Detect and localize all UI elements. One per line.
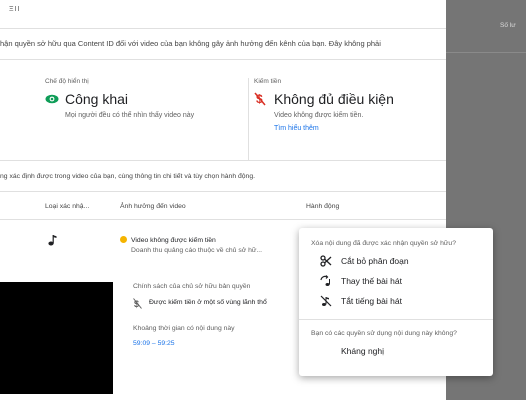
learn-more-link[interactable]: Tìm hiểu thêm bbox=[254, 125, 444, 132]
policy-value: Được kiếm tiền ở một số vùng lãnh thổ bbox=[149, 299, 267, 306]
appeal-item[interactable]: Kháng nghị bbox=[299, 341, 493, 361]
trim-segment-label: Cắt bỏ phân đoạn bbox=[341, 256, 409, 266]
policy-label: Chính sách của chủ sở hữu bản quyền bbox=[133, 283, 251, 290]
top-bar-glyph: ΞII bbox=[9, 6, 21, 13]
menu-separator bbox=[299, 319, 493, 320]
actions-menu: Xóa nội dung đã được xác nhận quyền sở h… bbox=[299, 228, 493, 376]
claims-description-text: ng xác định được trong video của bạn, cù… bbox=[0, 173, 255, 180]
status-subtext: Doanh thu quảng cáo thuộc về chủ sở hữ..… bbox=[131, 247, 263, 254]
usage-rights-label: Bạn có các quyền sử dụng nội dung này kh… bbox=[311, 330, 457, 337]
music-note-icon bbox=[48, 234, 57, 248]
video-impact-status: Video không được kiếm tiền Doanh thu quả… bbox=[120, 236, 262, 254]
column-actions[interactable]: Hành động bbox=[306, 203, 339, 210]
claims-description: ng xác định được trong video của bạn, cù… bbox=[0, 160, 446, 192]
info-banner: hận quyền sở hữu qua Content ID đối với … bbox=[0, 28, 446, 60]
trim-segment-item[interactable]: Cắt bỏ phân đoạn bbox=[299, 251, 493, 271]
status-dot bbox=[120, 236, 127, 243]
replace-song-label: Thay thế bài hát bbox=[341, 276, 402, 286]
column-video-impact[interactable]: Ảnh hưởng đến video bbox=[120, 203, 186, 210]
mute-song-label: Tắt tiếng bài hát bbox=[341, 296, 402, 306]
video-thumbnail bbox=[0, 282, 113, 394]
time-label: Khoảng thời gian có nội dung này bbox=[133, 325, 235, 332]
mute-song-icon bbox=[315, 295, 337, 307]
monetization-label: Kiếm tiền bbox=[254, 78, 282, 85]
scissors-icon bbox=[315, 255, 337, 267]
eye-icon bbox=[45, 94, 59, 104]
status-text: Video không được kiếm tiền bbox=[131, 237, 216, 244]
replace-song-icon bbox=[315, 275, 337, 287]
replace-song-item[interactable]: Thay thế bài hát bbox=[299, 271, 493, 291]
dollar-off-small-icon: $ bbox=[133, 298, 149, 313]
appeal-label: Kháng nghị bbox=[341, 346, 385, 356]
card-divider bbox=[248, 78, 249, 160]
visibility-label: Chế độ hiển thị bbox=[45, 78, 89, 85]
visibility-value: Công khai bbox=[65, 91, 129, 107]
column-claim-type[interactable]: Loại xác nhậ... bbox=[45, 203, 89, 210]
time-range[interactable]: 59:09 – 59:25 bbox=[133, 340, 313, 347]
visibility-card: Chế độ hiển thị Công khai Mọi người đều … bbox=[45, 78, 245, 158]
monetization-card: Kiếm tiền $ Không đủ điều kiện Video khô… bbox=[254, 78, 444, 158]
overlay-divider bbox=[446, 52, 526, 53]
mute-song-item[interactable]: Tắt tiếng bài hát bbox=[299, 291, 493, 311]
claim-details: Chính sách của chủ sở hữu bản quyền $ Đư… bbox=[133, 283, 313, 347]
info-banner-text: hận quyền sở hữu qua Content ID đối với … bbox=[0, 39, 381, 48]
dollar-off-icon: $ bbox=[254, 92, 266, 106]
top-bar: ΞII bbox=[0, 0, 446, 24]
table-header: Loại xác nhậ... Ảnh hưởng đến video Hành… bbox=[0, 200, 446, 220]
monetization-value: Không đủ điều kiện bbox=[274, 91, 394, 107]
visibility-description: Mọi người đều có thể nhìn thấy video này bbox=[65, 112, 195, 119]
overlay-header: Số lư bbox=[500, 22, 516, 29]
remove-content-label: Xóa nội dung đã được xác nhận quyền sở h… bbox=[311, 240, 456, 247]
monetization-description: Video không được kiếm tiền. bbox=[274, 112, 364, 119]
